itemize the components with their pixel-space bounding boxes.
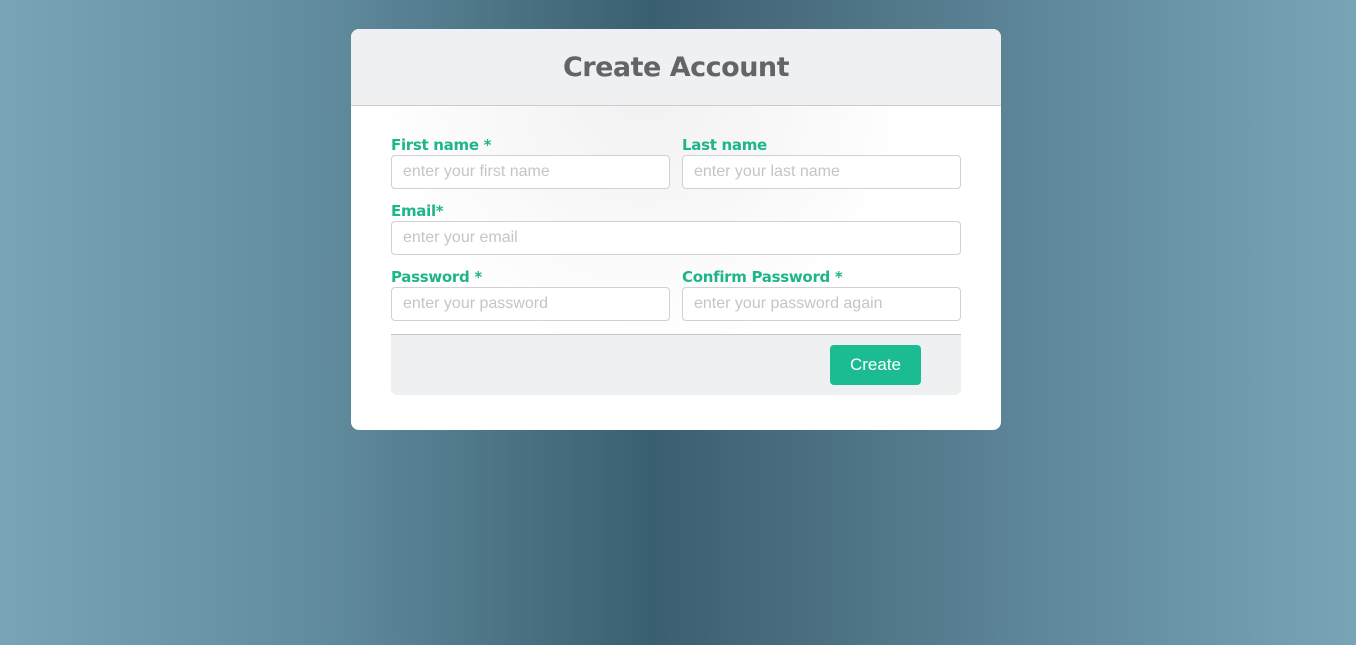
- first-name-label: First name *: [391, 136, 492, 154]
- password-row: Password * Confirm Password *: [391, 268, 961, 321]
- create-account-form: First name * Last name Email* Password *…: [351, 106, 1001, 321]
- form-footer: Create: [391, 334, 961, 395]
- card-header: Create Account: [351, 29, 1001, 106]
- create-account-card: Create Account First name * Last name Em…: [351, 29, 1001, 430]
- confirm-password-input[interactable]: [682, 287, 961, 321]
- create-button[interactable]: Create: [830, 345, 921, 385]
- first-name-input[interactable]: [391, 155, 670, 189]
- last-name-group: Last name: [682, 136, 961, 189]
- email-label: Email*: [391, 202, 444, 220]
- password-input[interactable]: [391, 287, 670, 321]
- name-row: First name * Last name: [391, 136, 961, 189]
- confirm-password-group: Confirm Password *: [682, 268, 961, 321]
- email-group: Email*: [391, 202, 961, 255]
- page-title: Create Account: [562, 51, 790, 83]
- password-label: Password *: [391, 268, 482, 286]
- email-row: Email*: [391, 202, 961, 255]
- confirm-password-label: Confirm Password *: [682, 268, 843, 286]
- first-name-group: First name *: [391, 136, 670, 189]
- email-input[interactable]: [391, 221, 961, 255]
- last-name-label: Last name: [682, 136, 767, 154]
- last-name-input[interactable]: [682, 155, 961, 189]
- password-group: Password *: [391, 268, 670, 321]
